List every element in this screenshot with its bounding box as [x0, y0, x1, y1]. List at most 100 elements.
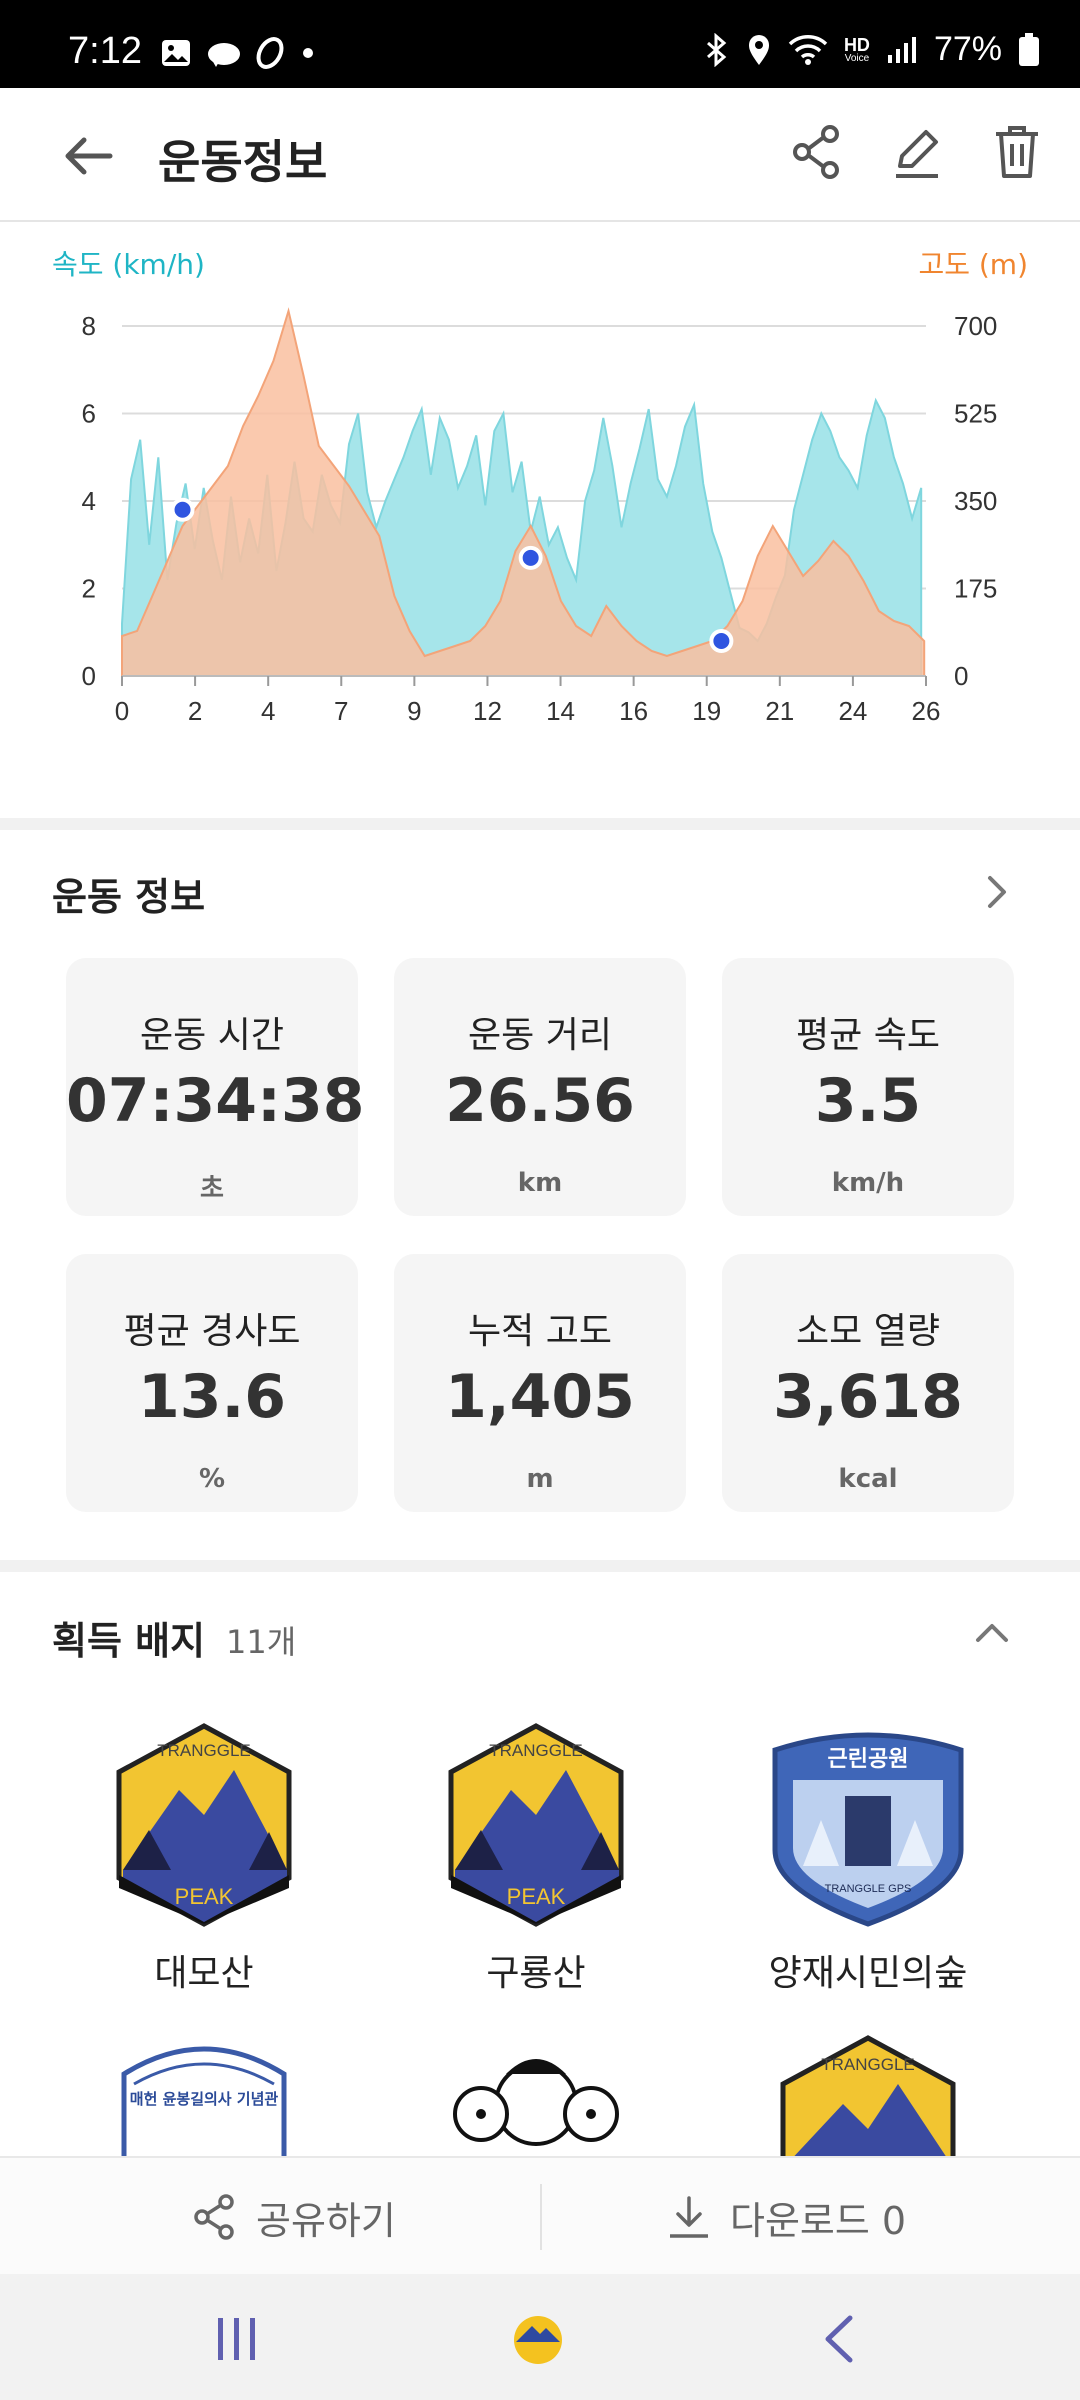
y-right-tick-label: 0 — [954, 661, 968, 691]
chevron-right-icon[interactable] — [978, 872, 1018, 912]
stat-label: 누적 고도 — [468, 1311, 612, 1352]
x-tick-label: 16 — [619, 696, 648, 726]
app-bar: 운동정보 — [0, 88, 1080, 222]
stat-card-calories: 소모 열량 3,618 kcal — [722, 1254, 1014, 1512]
x-tick-label: 7 — [334, 696, 348, 726]
y-right-tick-label: 175 — [954, 574, 997, 604]
y-right-tick-label: 525 — [954, 399, 997, 429]
back-nav-icon[interactable] — [818, 2314, 862, 2368]
share-icon[interactable] — [790, 122, 844, 182]
status-left-icons — [160, 36, 318, 70]
badge-item[interactable]: TRANGGLE — [738, 2034, 998, 2156]
peak-badge-icon: TRANGGLE PEAK — [448, 1723, 624, 1927]
stat-value: 07:34:38 — [66, 1066, 365, 1136]
edit-icon[interactable] — [890, 122, 944, 182]
stat-unit: km/h — [831, 1168, 905, 1198]
system-nav-bar — [0, 2274, 1080, 2400]
share-icon — [194, 2194, 234, 2240]
badge-bottom-text: PEAK — [175, 1884, 234, 1909]
hd-label: HD — [843, 34, 870, 55]
portrait-badge-icon — [453, 2059, 619, 2146]
signal-icon — [886, 35, 918, 65]
peak-badge-icon: TRANGGLE PEAK — [116, 1723, 292, 1927]
x-tick-label: 12 — [473, 696, 502, 726]
share-button[interactable]: 공유하기 — [192, 2158, 396, 2276]
section-divider — [0, 818, 1080, 830]
hd-voice-icon: HD Voice — [844, 36, 870, 64]
status-right-icons: HD Voice 77% — [704, 30, 1040, 69]
stat-unit: 초 — [200, 1174, 224, 1204]
x-tick-label: 9 — [407, 696, 421, 726]
badge-name: 구룡산 — [486, 1953, 586, 1994]
badge-item[interactable]: 근린공원 TRANGGLE GPS 양재시민의숲 — [738, 1720, 998, 1996]
stat-label: 운동 거리 — [468, 1015, 612, 1056]
stat-label: 소모 열량 — [796, 1311, 940, 1352]
stat-card-distance: 운동 거리 26.56 km — [394, 958, 686, 1216]
badge-item[interactable]: TRANGGLE PEAK 대모산 — [74, 1720, 334, 1996]
action-divider — [540, 2184, 542, 2250]
left-axis-title: 속도 (km/h) — [52, 248, 205, 281]
stat-value: 1,405 — [445, 1362, 635, 1432]
chart-marker-point — [709, 629, 734, 653]
y-left-tick-label: 2 — [82, 574, 96, 604]
gallery-icon — [160, 38, 192, 68]
stat-unit: km — [517, 1168, 563, 1198]
battery-icon — [1018, 32, 1040, 67]
x-tick-label: 21 — [765, 696, 794, 726]
battery-percent: 77% — [933, 30, 1002, 68]
wifi-icon — [788, 34, 828, 66]
speed-altitude-chart: 속도 (km/h) 고도 (m) 8 6 4 2 0 700 525 350 175 0 0 2 4 7 9 12… — [0, 222, 1080, 812]
badge-bottom-text: PEAK — [507, 1884, 566, 1909]
chart-marker-point — [170, 497, 195, 522]
bluetooth-icon — [704, 32, 730, 67]
stat-value: 3.5 — [814, 1066, 922, 1136]
page-title: 운동정보 — [158, 135, 328, 189]
stat-card-avg-speed: 평균 속도 3.5 km/h — [722, 958, 1014, 1216]
stat-card-avg-slope: 평균 경사도 13.6 % — [66, 1254, 358, 1512]
stat-value: 3,618 — [773, 1362, 963, 1432]
x-tick-label: 19 — [692, 696, 721, 726]
y-right-tick-label: 700 — [954, 311, 997, 341]
status-time: 7:12 — [68, 30, 142, 72]
badge-item[interactable]: TRANGGLE PEAK 구룡산 — [406, 1720, 666, 1996]
stat-label: 평균 경사도 — [123, 1311, 301, 1352]
status-bar: 7:12 HD Voice 77% — [0, 0, 1080, 88]
home-icon[interactable] — [510, 2312, 566, 2372]
recent-apps-icon[interactable] — [212, 2314, 262, 2368]
chevron-up-icon[interactable] — [972, 1612, 1012, 1652]
chart-svg: 속도 (km/h) 고도 (m)8642070052535017500 2 4 7 9 12… — [52, 248, 1028, 726]
x-tick-label: 26 — [912, 696, 941, 726]
location-icon — [746, 33, 772, 67]
badges-section-title: 획득 배지 — [52, 1619, 206, 1663]
x-tick-label: 4 — [261, 696, 275, 726]
y-left-tick-label: 6 — [82, 399, 96, 429]
chart-marker-point — [518, 545, 543, 570]
hd-sub-label: Voice — [844, 52, 870, 64]
x-tick-label: 14 — [546, 696, 575, 726]
stat-label: 운동 시간 — [140, 1015, 284, 1056]
badge-top-text: TRANGGLE — [489, 1741, 583, 1760]
appbar-actions — [790, 122, 1044, 182]
back-arrow-icon[interactable] — [60, 126, 120, 186]
badge-top-text: TRANGGLE — [157, 1741, 251, 1760]
share-label: 공유하기 — [256, 2198, 396, 2243]
stat-label: 평균 속도 — [796, 1015, 940, 1056]
badge-top-text: TRANGGLE — [821, 2055, 915, 2074]
badge-item[interactable]: 매헌 윤봉길의사 기념관 — [74, 2034, 334, 2156]
stat-unit: % — [198, 1464, 226, 1494]
memorial-badge-icon: 매헌 윤봉길의사 기념관 — [121, 2046, 287, 2156]
badge-top-text: 근린공원 — [828, 1747, 909, 1772]
y-left-tick-label: 8 — [82, 311, 96, 341]
right-axis-title: 고도 (m) — [918, 248, 1028, 281]
park-badge-icon: 근린공원 TRANGGLE GPS — [772, 1732, 964, 1927]
badges-count: 11개 — [226, 1623, 297, 1661]
stat-value: 13.6 — [137, 1362, 287, 1432]
badge-name: 대모산 — [154, 1953, 254, 1994]
badge-item[interactable] — [406, 2034, 666, 2156]
bottom-action-bar: 공유하기 다운로드 0 — [0, 2156, 1080, 2276]
stat-card-duration: 운동 시간 07:34:38 초 — [66, 958, 365, 1216]
download-label: 다운로드 0 — [730, 2198, 907, 2243]
shoe-icon — [256, 36, 284, 70]
trash-icon[interactable] — [990, 122, 1044, 182]
download-button[interactable]: 다운로드 0 — [666, 2158, 906, 2276]
